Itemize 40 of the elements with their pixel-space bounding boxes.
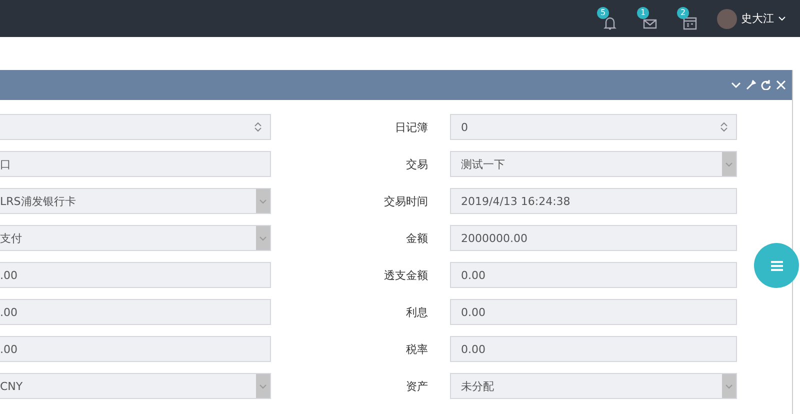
count-badge: 5: [597, 6, 609, 18]
select-field[interactable]: CNY: [0, 373, 271, 399]
spinner-arrows-icon[interactable]: [254, 122, 262, 132]
select-field[interactable]: LRS浦发银行卡: [0, 188, 271, 214]
input-field[interactable]: 0.00: [450, 262, 737, 288]
input-field[interactable]: 0.00: [450, 336, 737, 362]
input-field[interactable]: 0.00: [450, 299, 737, 325]
field-label: 利息: [405, 304, 428, 320]
select-field[interactable]: 未分配: [450, 373, 737, 399]
menu-icon: [770, 260, 784, 272]
number-field[interactable]: 0: [450, 114, 737, 140]
wrench-icon[interactable]: [746, 80, 756, 90]
field-label: 金额: [405, 230, 428, 246]
select-field[interactable]: 测试一下: [450, 151, 737, 177]
field-label: 税率: [405, 342, 428, 356]
menu-button[interactable]: [754, 243, 799, 288]
input-field[interactable]: 口: [0, 151, 271, 177]
input-field[interactable]: 2019/4/13 16:24:38: [450, 188, 737, 214]
input-field[interactable]: .00: [0, 336, 271, 362]
avatar[interactable]: [717, 8, 737, 28]
caret-icon[interactable]: [778, 16, 786, 22]
input-field[interactable]: .00: [0, 262, 271, 288]
input-field[interactable]: .00: [0, 299, 271, 325]
calendar-icon[interactable]: [682, 14, 698, 30]
close-icon[interactable]: [776, 80, 786, 90]
select-field[interactable]: 支付: [0, 225, 271, 251]
user-name[interactable]: 史大江: [741, 11, 774, 26]
field-label: 交易时间: [383, 194, 428, 208]
spinner-arrows-icon[interactable]: [720, 122, 728, 132]
field-label: 透支金额: [383, 268, 428, 282]
input-field[interactable]: 2000000.00: [450, 225, 737, 251]
number-field[interactable]: [0, 114, 271, 140]
count-badge: 1: [637, 6, 649, 18]
count-badge: 2: [677, 6, 689, 18]
chevron-down-icon[interactable]: [731, 80, 741, 90]
bell-icon[interactable]: [602, 14, 618, 30]
field-label: 交易: [405, 156, 428, 172]
field-label: 日记簿: [394, 120, 428, 134]
refresh-icon[interactable]: [761, 80, 771, 90]
field-label: 资产: [405, 378, 428, 394]
